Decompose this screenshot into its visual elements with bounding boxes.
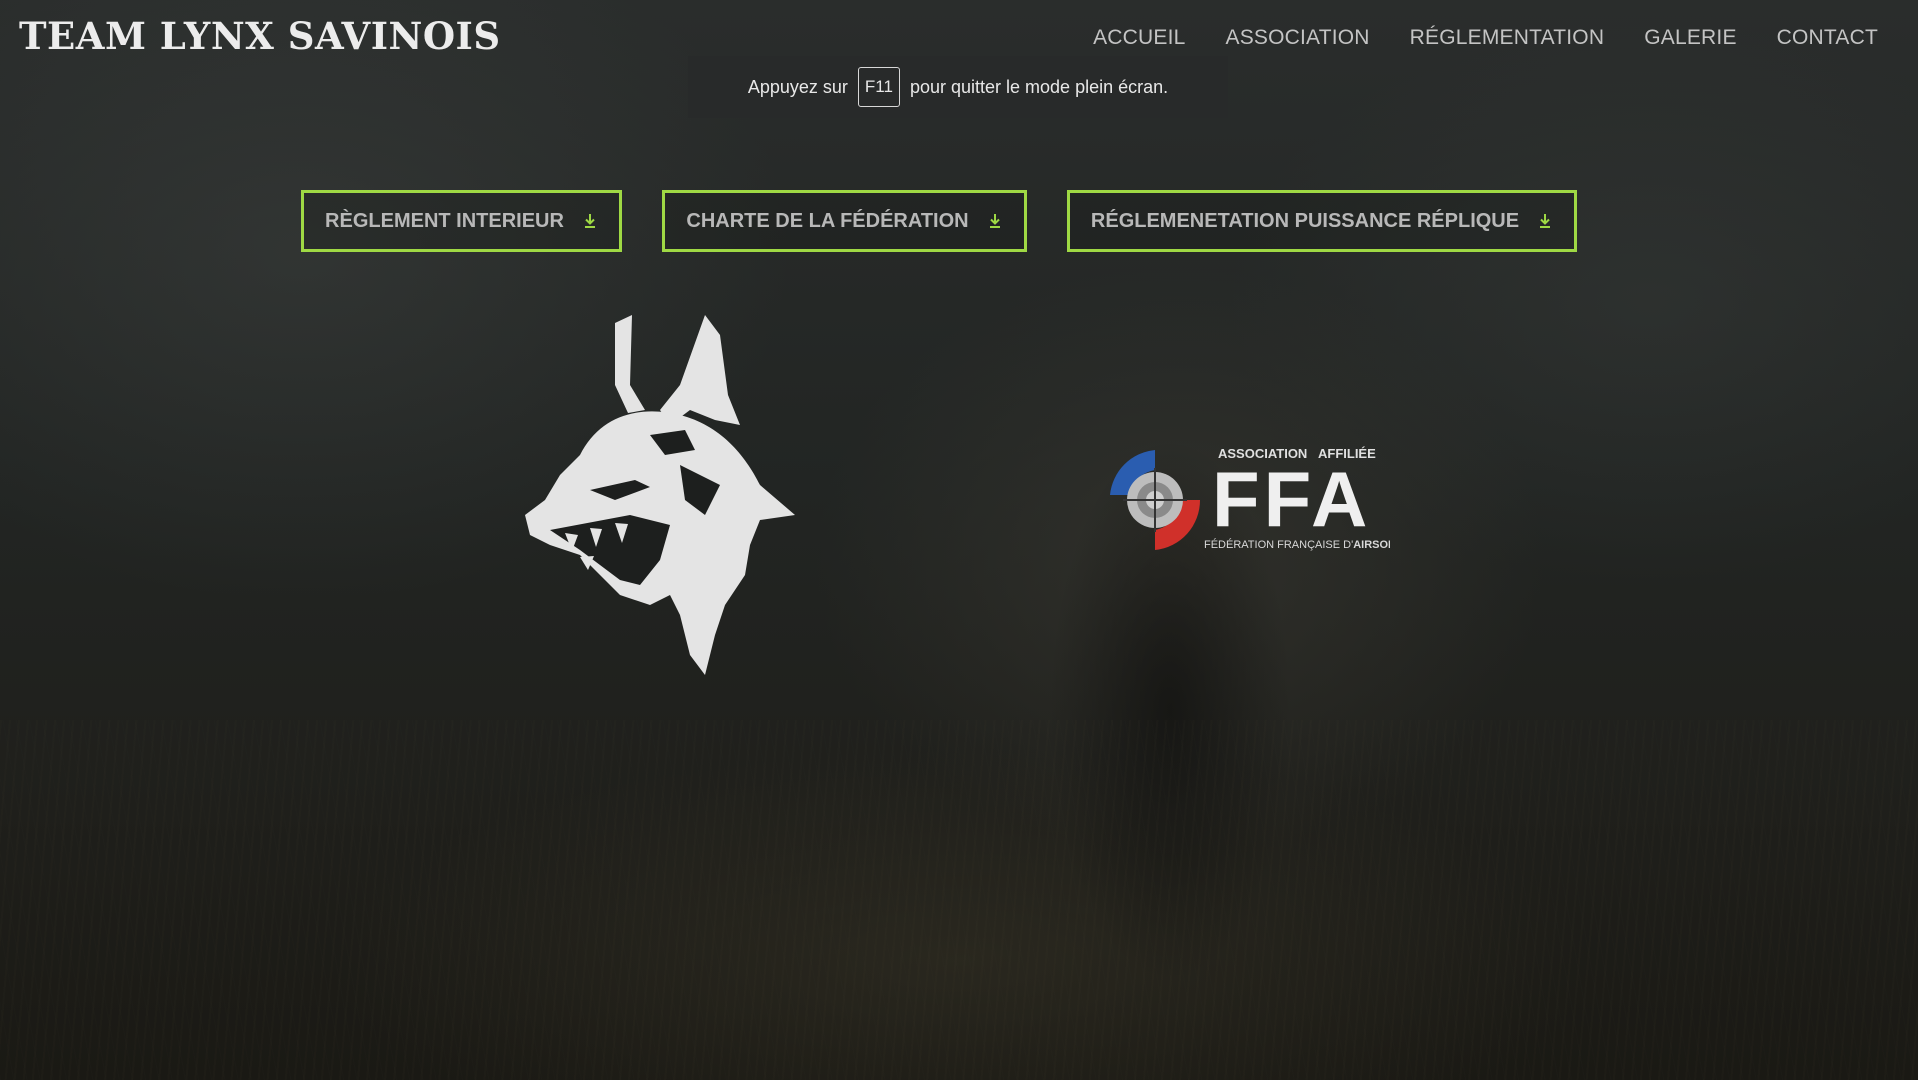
lynx-logo [525,315,795,675]
main-nav: ACCUEIL ASSOCIATION RÉGLEMENTATION GALER… [1093,26,1878,50]
fullscreen-key: F11 [857,67,900,107]
download-charte-federation-label: CHARTE DE LA FÉDÉRATION [686,209,969,232]
ffa-subtitle-prefix: FÉDÉRATION FRANÇAISE D' [1204,538,1353,551]
ffa-mark: FFA [1212,455,1371,543]
nav-association[interactable]: ASSOCIATION [1226,26,1370,50]
download-charte-federation-button[interactable]: CHARTE DE LA FÉDÉRATION [662,190,1027,252]
nav-accueil[interactable]: ACCUEIL [1093,26,1185,50]
nav-galerie[interactable]: GALERIE [1644,26,1736,50]
download-reglementation-puissance-button[interactable]: RÉGLEMENETATION PUISSANCE RÉPLIQUE [1067,190,1577,252]
site-brand[interactable]: TEAM LYNX SAVINOIS [19,14,501,58]
fullscreen-notice-after: pour quitter le mode plein écran. [909,76,1169,97]
download-icon [584,214,595,228]
ffa-logo: ASSOCIATION AFFILIÉE FFA FÉDÉRATION FRAN… [1110,446,1390,551]
grass-texture [0,720,1918,1080]
nav-reglementation[interactable]: RÉGLEMENTATION [1410,26,1605,50]
download-reglementation-puissance-label: RÉGLEMENETATION PUISSANCE RÉPLIQUE [1090,209,1520,232]
fullscreen-notice-before: Appuyez sur [747,76,848,97]
download-reglement-interieur-button[interactable]: RÈGLEMENT INTERIEUR [301,190,622,252]
download-reglement-interieur-label: RÈGLEMENT INTERIEUR [325,209,564,232]
ffa-subtitle-strong: AIRSOFT [1353,539,1390,551]
download-icon [989,214,1000,228]
ffa-subtitle: FÉDÉRATION FRANÇAISE D'AIRSOFT [1204,538,1390,551]
download-icon [1540,214,1551,228]
nav-contact[interactable]: CONTACT [1777,26,1878,50]
fullscreen-notice: Appuyez sur F11 pour quitter le mode ple… [688,56,1228,118]
